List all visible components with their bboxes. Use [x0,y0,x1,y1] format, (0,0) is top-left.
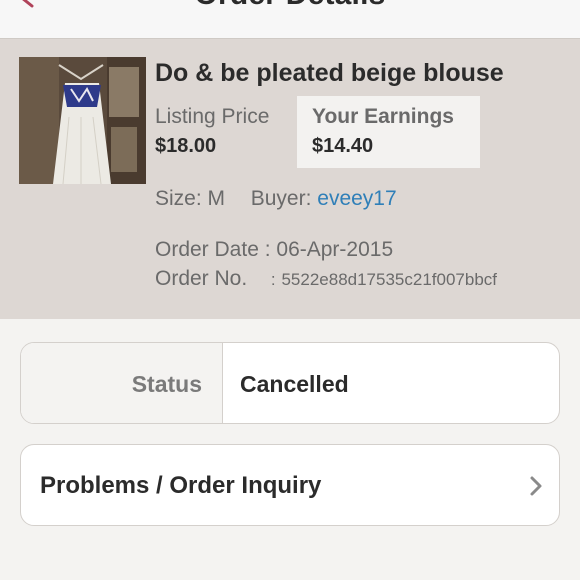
listing-price-block: Listing Price $18.00 [155,105,269,158]
buyer-label: Buyer: [250,187,312,210]
status-label-cell: Status [21,343,223,423]
status-value: Cancelled [240,371,349,397]
earnings-box: Your Earnings $14.40 [297,96,480,168]
order-date-label: Order Date : [155,238,271,261]
item-thumbnail[interactable] [19,57,146,184]
order-date-value: 06-Apr-2015 [276,238,394,261]
listing-price-value: $18.00 [155,135,217,157]
order-inquiry-label: Problems / Order Inquiry [40,472,322,499]
order-summary-panel: Do & be pleated beige blouse Listing Pri… [0,39,580,319]
item-title: Do & be pleated beige blouse [155,59,504,87]
blouse-photo-icon [19,57,146,184]
listing-price-label: Listing Price [155,105,270,128]
header-bar: Order Details [0,0,580,39]
order-inquiry-button[interactable]: Problems / Order Inquiry [20,444,560,526]
size-label: Size: [155,187,202,210]
earnings-value: $14.40 [312,135,374,157]
order-no-value: 5522e88d17535c21f007bbcf [281,270,498,289]
order-date-row: Order Date : 06-Apr-2015 [155,238,393,262]
size-value: M [207,187,226,210]
order-no-label: Order No. [155,267,248,290]
size-buyer-row: Size: M Buyer: eveey17 [155,187,397,211]
earnings-label: Your Earnings [312,105,454,128]
status-label: Status [131,371,202,397]
order-no-row: Order No. : 5522e88d17535c21f007bbcf [155,267,497,291]
chevron-right-icon [530,476,542,496]
order-no-separator: : [270,270,276,289]
buyer-link[interactable]: eveey17 [317,187,396,210]
status-card: Status Cancelled [20,342,560,424]
page-title: Order Details [0,0,580,12]
